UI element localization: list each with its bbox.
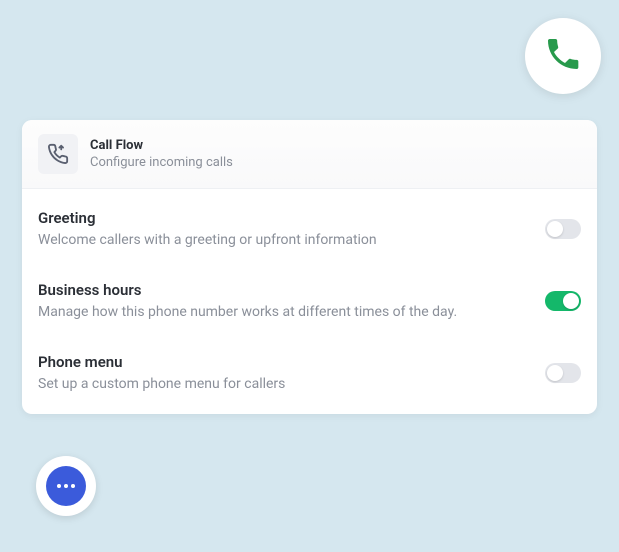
row-desc: Welcome callers with a greeting or upfro… bbox=[38, 231, 529, 249]
phone-icon bbox=[543, 34, 583, 78]
row-business-hours: Business hours Manage how this phone num… bbox=[22, 269, 597, 341]
chat-fab[interactable] bbox=[36, 456, 96, 516]
row-title: Business hours bbox=[38, 281, 529, 299]
card-header: Call Flow Configure incoming calls bbox=[22, 120, 597, 189]
chat-icon bbox=[46, 466, 86, 506]
row-phone-menu: Phone menu Set up a custom phone menu fo… bbox=[22, 341, 597, 413]
row-title: Greeting bbox=[38, 209, 529, 227]
card-subtitle: Configure incoming calls bbox=[90, 155, 233, 170]
row-greeting: Greeting Welcome callers with a greeting… bbox=[22, 189, 597, 269]
phone-fab[interactable] bbox=[525, 18, 601, 94]
row-desc: Set up a custom phone menu for callers bbox=[38, 375, 529, 393]
call-flow-card: Call Flow Configure incoming calls Greet… bbox=[22, 120, 597, 414]
call-flow-icon bbox=[38, 134, 78, 174]
toggle-greeting[interactable] bbox=[545, 219, 581, 239]
card-title: Call Flow bbox=[90, 138, 233, 153]
toggle-business-hours[interactable] bbox=[545, 291, 581, 311]
toggle-phone-menu[interactable] bbox=[545, 363, 581, 383]
row-desc: Manage how this phone number works at di… bbox=[38, 303, 529, 321]
row-title: Phone menu bbox=[38, 353, 529, 371]
